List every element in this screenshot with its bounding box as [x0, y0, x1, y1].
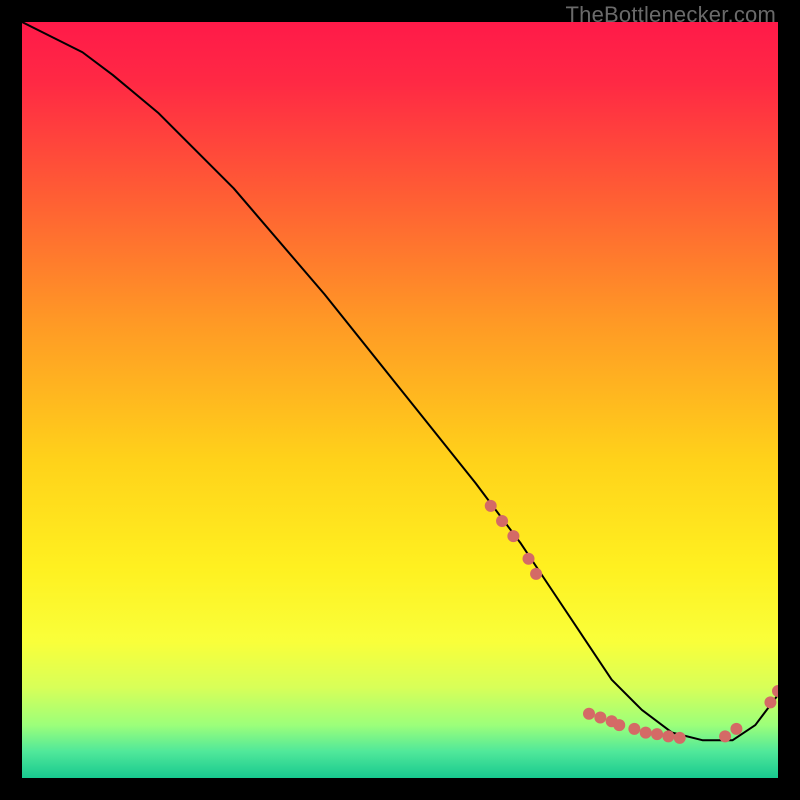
curve-marker	[640, 727, 652, 739]
curve-marker	[523, 553, 535, 565]
curve-marker	[764, 696, 776, 708]
bottleneck-chart	[22, 22, 778, 778]
curve-marker	[651, 728, 663, 740]
curve-marker	[485, 500, 497, 512]
chart-stage: TheBottlenecker.com	[0, 0, 800, 800]
curve-marker	[719, 730, 731, 742]
curve-marker	[583, 708, 595, 720]
plot-area	[22, 22, 778, 778]
curve-marker	[530, 568, 542, 580]
curve-marker	[594, 712, 606, 724]
curve-marker	[496, 515, 508, 527]
curve-marker	[628, 723, 640, 735]
curve-marker	[613, 719, 625, 731]
gradient-background	[22, 22, 778, 778]
curve-marker	[507, 530, 519, 542]
curve-marker	[730, 723, 742, 735]
curve-marker	[674, 732, 686, 744]
curve-marker	[662, 730, 674, 742]
